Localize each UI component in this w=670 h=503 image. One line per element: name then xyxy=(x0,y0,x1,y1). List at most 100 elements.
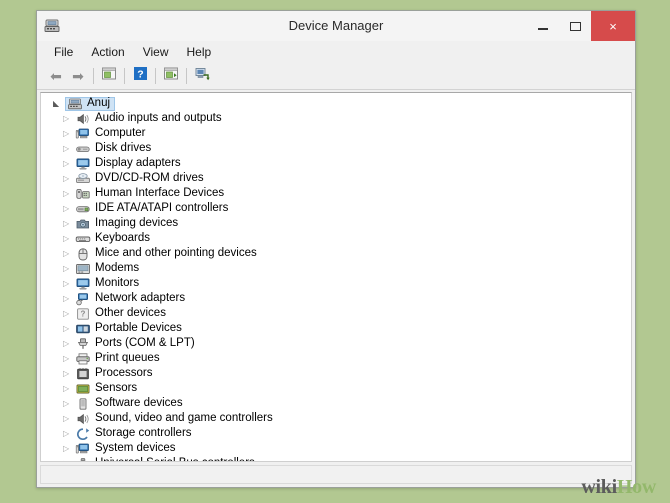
tree-item[interactable]: ▷?Other devices xyxy=(41,306,631,321)
portable-device-icon xyxy=(75,322,91,336)
mouse-icon xyxy=(75,247,91,261)
tree-item[interactable]: ▷ Imaging devices xyxy=(41,216,631,231)
speaker-icon xyxy=(75,112,91,126)
help-button[interactable]: ? xyxy=(129,65,151,87)
close-button[interactable]: × xyxy=(591,11,635,41)
system-device-icon xyxy=(75,442,91,456)
expand-collapse-icon[interactable]: ▷ xyxy=(63,325,75,333)
scan-hardware-button[interactable] xyxy=(160,65,182,87)
network-icon xyxy=(75,292,91,306)
status-bar xyxy=(40,465,632,484)
expand-collapse-icon[interactable]: ▷ xyxy=(63,400,75,408)
tree-item[interactable]: ▷Sensors xyxy=(41,381,631,396)
wikihow-watermark: wikiHow xyxy=(581,477,656,497)
expand-collapse-icon[interactable]: ▷ xyxy=(63,130,75,138)
update-driver-button[interactable] xyxy=(191,65,213,87)
expand-collapse-icon[interactable]: ▷ xyxy=(63,340,75,348)
tree-item[interactable]: ▷Display adapters xyxy=(41,156,631,171)
expand-collapse-icon[interactable]: ▷ xyxy=(63,460,75,463)
tree-item-label: Network adapters xyxy=(95,291,185,306)
tree-item[interactable]: ▷Modems xyxy=(41,261,631,276)
tree-item[interactable]: ▷ IDE ATA/ATAPI controllers xyxy=(41,201,631,216)
tree-item-label: Storage controllers xyxy=(95,426,192,441)
menu-item-file[interactable]: File xyxy=(45,43,82,61)
expand-collapse-icon[interactable]: ▷ xyxy=(63,385,75,393)
tree-root-label: Anuj xyxy=(87,96,110,111)
tree-item-label: Audio inputs and outputs xyxy=(95,111,222,126)
expand-collapse-icon[interactable]: ▷ xyxy=(63,220,75,228)
expand-collapse-icon[interactable]: ▷ xyxy=(63,415,75,423)
menu-item-view[interactable]: View xyxy=(134,43,178,61)
tree-item[interactable]: ▷Human Interface Devices xyxy=(41,186,631,201)
keyboard-icon xyxy=(75,232,91,246)
device-manager-window: Device Manager × File Action View Help ⬅… xyxy=(36,10,636,488)
expand-collapse-icon[interactable]: ▷ xyxy=(63,160,75,168)
forward-button[interactable]: ➡ xyxy=(67,65,89,87)
tree-item[interactable]: ▷Mice and other pointing devices xyxy=(41,246,631,261)
tree-item[interactable]: ▷ Storage controllers xyxy=(41,426,631,441)
tree-root-selection[interactable]: Anuj xyxy=(65,97,115,111)
svg-text:?: ? xyxy=(137,68,143,80)
watermark-how-text: How xyxy=(617,476,656,498)
tree-item[interactable]: ▷Sound, video and game controllers xyxy=(41,411,631,426)
expand-collapse-icon[interactable]: ▷ xyxy=(63,430,75,438)
expand-collapse-icon[interactable]: ▷ xyxy=(63,280,75,288)
tree-item-label: Print queues xyxy=(95,351,160,366)
expand-collapse-icon[interactable]: ▷ xyxy=(63,235,75,243)
expand-collapse-icon[interactable]: ▷ xyxy=(63,250,75,258)
tree-item[interactable]: ▷ Processors xyxy=(41,366,631,381)
tree-item-label: Portable Devices xyxy=(95,321,182,336)
tree-item[interactable]: ▷ System devices xyxy=(41,441,631,456)
tree-item-label: Software devices xyxy=(95,396,183,411)
expand-collapse-icon[interactable]: ▷ xyxy=(63,445,75,453)
expand-collapse-icon[interactable]: ▷ xyxy=(63,295,75,303)
tree-item[interactable]: ▷ Audio inputs and outputs xyxy=(41,111,631,126)
expand-collapse-icon[interactable]: ▷ xyxy=(63,355,75,363)
tree-item-label: Ports (COM & LPT) xyxy=(95,336,195,351)
tree-item[interactable]: ▷ Ports (COM & LPT) xyxy=(41,336,631,351)
tree-item[interactable]: ▷ Network adapters xyxy=(41,291,631,306)
tree-item[interactable]: ▷Disk drives xyxy=(41,141,631,156)
expand-collapse-icon[interactable]: ▷ xyxy=(63,310,75,318)
tree-item-label: Processors xyxy=(95,366,153,381)
unknown-device-icon: ? xyxy=(75,307,91,321)
tree-item[interactable]: ▷Universal Serial Bus controllers xyxy=(41,456,631,462)
menu-item-help[interactable]: Help xyxy=(178,43,221,61)
expand-collapse-icon[interactable]: ◣ xyxy=(53,100,65,108)
tree-item[interactable]: ▷ Print queues xyxy=(41,351,631,366)
close-icon: × xyxy=(609,20,617,33)
expand-collapse-icon[interactable]: ▷ xyxy=(63,115,75,123)
tree-item[interactable]: ▷ Portable Devices xyxy=(41,321,631,336)
processor-icon xyxy=(75,367,91,381)
back-button[interactable]: ⬅ xyxy=(45,65,67,87)
tree-item-label: Imaging devices xyxy=(95,216,178,231)
tree-root-node[interactable]: ◣ Anuj xyxy=(41,96,631,111)
caption-buttons: × xyxy=(527,11,635,41)
tree-item-label: System devices xyxy=(95,441,176,456)
toolbar-separator xyxy=(124,68,125,84)
maximize-button[interactable] xyxy=(559,11,591,41)
tree-item[interactable]: ▷DVD/CD-ROM drives xyxy=(41,171,631,186)
expand-collapse-icon[interactable]: ▷ xyxy=(63,175,75,183)
storage-controller-icon xyxy=(75,427,91,441)
toolbar-separator xyxy=(155,68,156,84)
tree-item-label: IDE ATA/ATAPI controllers xyxy=(95,201,228,216)
menu-item-action[interactable]: Action xyxy=(82,43,133,61)
expand-collapse-icon[interactable]: ▷ xyxy=(63,265,75,273)
expand-collapse-icon[interactable]: ▷ xyxy=(63,205,75,213)
tool-bar: ⬅ ➡ ? xyxy=(37,63,635,90)
help-icon: ? xyxy=(133,66,148,86)
expand-collapse-icon[interactable]: ▷ xyxy=(63,145,75,153)
computer-icon xyxy=(67,97,83,111)
printer-icon xyxy=(75,352,91,366)
minimize-button[interactable] xyxy=(527,11,559,41)
tree-item[interactable]: ▷Keyboards xyxy=(41,231,631,246)
tree-item[interactable]: ▷ Software devices xyxy=(41,396,631,411)
device-tree[interactable]: ◣ Anuj ▷Audio xyxy=(40,92,632,462)
minimize-icon xyxy=(538,28,548,30)
tree-item[interactable]: ▷Monitors xyxy=(41,276,631,291)
expand-collapse-icon[interactable]: ▷ xyxy=(63,190,75,198)
expand-collapse-icon[interactable]: ▷ xyxy=(63,370,75,378)
tree-item[interactable]: ▷Computer xyxy=(41,126,631,141)
properties-button[interactable] xyxy=(98,65,120,87)
